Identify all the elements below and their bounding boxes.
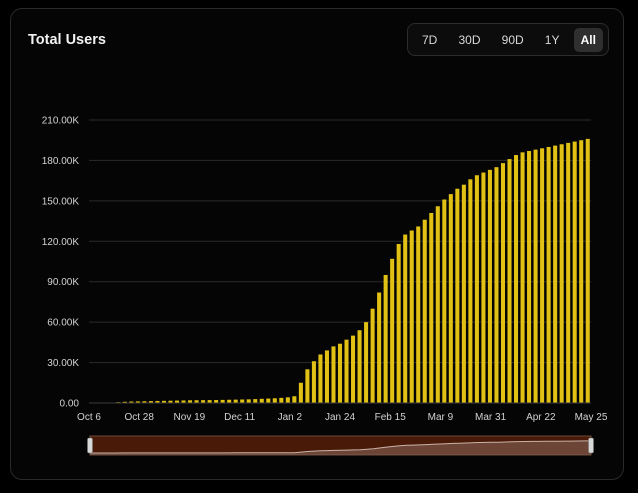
bar — [390, 258, 395, 403]
bar — [331, 346, 336, 403]
x-tick-label: Jan 24 — [325, 412, 355, 423]
bar — [572, 141, 577, 404]
bar — [487, 169, 492, 403]
x-tick-label: Mar 31 — [475, 412, 507, 423]
bar — [272, 398, 277, 403]
bar — [253, 399, 258, 403]
bar — [305, 369, 310, 403]
x-tick-label: May 25 — [575, 412, 608, 423]
bar — [311, 361, 316, 403]
y-tick-label: 60.00K — [47, 318, 79, 329]
bar — [579, 140, 584, 403]
bar — [409, 230, 414, 403]
bar — [553, 145, 558, 403]
bar — [429, 212, 434, 403]
bar — [546, 146, 551, 403]
x-tick-label: Dec 11 — [224, 412, 255, 423]
bar — [540, 148, 545, 403]
y-tick-label: 0.00 — [60, 399, 80, 410]
bar — [370, 308, 375, 403]
bar — [259, 398, 264, 403]
bar — [396, 243, 401, 403]
bar — [377, 292, 382, 403]
bar — [403, 234, 408, 403]
bar — [233, 399, 238, 403]
bar — [461, 184, 466, 403]
bar — [364, 322, 369, 403]
bar — [474, 175, 479, 403]
y-tick-label: 180.00K — [42, 156, 80, 167]
bar — [448, 194, 453, 403]
bar — [533, 149, 538, 403]
bar — [442, 199, 447, 403]
bar — [416, 226, 421, 403]
bar — [357, 330, 362, 403]
bar — [585, 138, 590, 403]
bar — [566, 142, 571, 403]
bar — [455, 188, 460, 403]
navigator-left-handle[interactable] — [87, 437, 93, 454]
bar — [279, 397, 284, 403]
bar — [324, 350, 329, 403]
bar — [422, 219, 427, 403]
bar — [292, 396, 297, 403]
bar — [318, 354, 323, 403]
bar — [298, 382, 303, 403]
x-tick-label: Mar 9 — [428, 412, 454, 423]
y-tick-label: 210.00K — [42, 116, 80, 127]
bar — [344, 339, 349, 403]
bar — [240, 399, 245, 403]
bar — [266, 398, 271, 403]
bar — [285, 397, 290, 403]
y-tick-label: 90.00K — [47, 277, 79, 288]
bar — [435, 206, 440, 403]
y-tick-label: 120.00K — [42, 237, 80, 248]
bar — [559, 144, 564, 403]
bar — [468, 179, 473, 403]
bar — [514, 155, 519, 403]
x-tick-label: Jan 2 — [278, 412, 303, 423]
bar — [481, 172, 486, 403]
navigator-right-handle[interactable] — [588, 437, 594, 454]
bar — [337, 343, 343, 403]
bar — [500, 163, 506, 403]
x-tick-label: Nov 19 — [174, 412, 206, 423]
bar — [246, 399, 251, 403]
x-tick-label: Apr 22 — [526, 412, 556, 423]
bar — [527, 150, 532, 403]
total-users-chart: 0.00 30.00K 60.00K 90.00K 120.00K 150.00K 180.… — [42, 116, 608, 456]
y-tick-label: 150.00K — [42, 196, 80, 207]
x-tick-label: Feb 15 — [375, 412, 407, 423]
x-tick-label: Oct 6 — [77, 412, 101, 423]
bar — [383, 274, 388, 403]
bar — [351, 335, 356, 403]
x-tick-label: Oct 28 — [124, 412, 154, 423]
bar — [494, 167, 499, 403]
bar — [507, 159, 512, 403]
bar — [520, 152, 525, 403]
y-tick-label: 30.00K — [47, 358, 79, 369]
